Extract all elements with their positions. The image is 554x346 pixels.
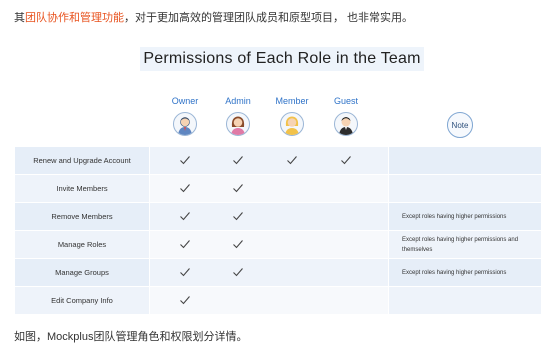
role-owner: Owner <box>161 96 209 136</box>
checkmark-icon <box>233 156 243 165</box>
checkmark-icon <box>180 268 190 277</box>
row-note <box>402 147 540 174</box>
row-label: Remove Members <box>51 212 113 221</box>
role-member: Member <box>268 96 316 136</box>
role-name: Admin <box>225 96 251 106</box>
role-guest: Guest <box>322 96 370 136</box>
member-avatar-icon <box>280 112 304 136</box>
role-name: Member <box>275 96 309 106</box>
intro-paragraph: 其团队协作和管理功能，对于更加高效的管理团队成员和原型项目， 也非常实用。 <box>14 9 413 25</box>
note-badge: Note <box>447 112 473 138</box>
row-note: Except roles having higher permissions a… <box>402 236 519 253</box>
table-row: Manage Groups Except roles having higher… <box>15 259 541 287</box>
figure-title: Permissions of Each Role in the Team <box>140 47 424 71</box>
intro-highlight-link[interactable]: 团队协作和管理功能 <box>25 12 124 24</box>
checkmark-icon <box>287 156 297 165</box>
row-note <box>402 175 540 202</box>
outro-paragraph: 如图，Mockplus团队管理角色和权限划分详情。 <box>14 331 248 343</box>
checkmark-icon <box>233 268 243 277</box>
intro-prefix: 其 <box>14 12 25 24</box>
table-row: Edit Company Info <box>15 287 541 315</box>
checkmark-icon <box>180 184 190 193</box>
checkmark-icon <box>180 240 190 249</box>
table-row: Manage Roles Except roles having higher … <box>15 231 541 259</box>
checkmark-icon <box>233 184 243 193</box>
permissions-table: Renew and Upgrade Account Invite Members… <box>15 147 541 315</box>
checkmark-icon <box>233 212 243 221</box>
row-label: Manage Groups <box>55 268 109 277</box>
intro-suffix: ，对于更加高效的管理团队成员和原型项目， 也非常实用。 <box>124 12 414 24</box>
owner-avatar-icon <box>173 112 197 136</box>
role-name: Owner <box>171 96 199 106</box>
row-label: Edit Company Info <box>51 296 113 305</box>
role-admin: Admin <box>214 96 262 136</box>
checkmark-icon <box>180 212 190 221</box>
checkmark-icon <box>180 156 190 165</box>
row-label: Invite Members <box>56 184 108 193</box>
row-note: Except roles having higher permissions <box>402 269 507 276</box>
row-note <box>402 287 540 314</box>
row-note: Except roles having higher permissions <box>402 213 507 220</box>
table-row: Invite Members <box>15 175 541 203</box>
table-row: Remove Members Except roles having highe… <box>15 203 541 231</box>
checkmark-icon <box>180 296 190 305</box>
role-name: Guest <box>333 96 358 106</box>
note-label: Note <box>451 120 469 130</box>
row-label: Renew and Upgrade Account <box>33 156 131 165</box>
row-label: Manage Roles <box>57 240 107 249</box>
checkmark-icon <box>233 240 243 249</box>
admin-avatar-icon <box>226 112 250 136</box>
guest-avatar-icon <box>334 112 358 136</box>
table-row: Renew and Upgrade Account <box>15 147 541 175</box>
checkmark-icon <box>341 156 351 165</box>
